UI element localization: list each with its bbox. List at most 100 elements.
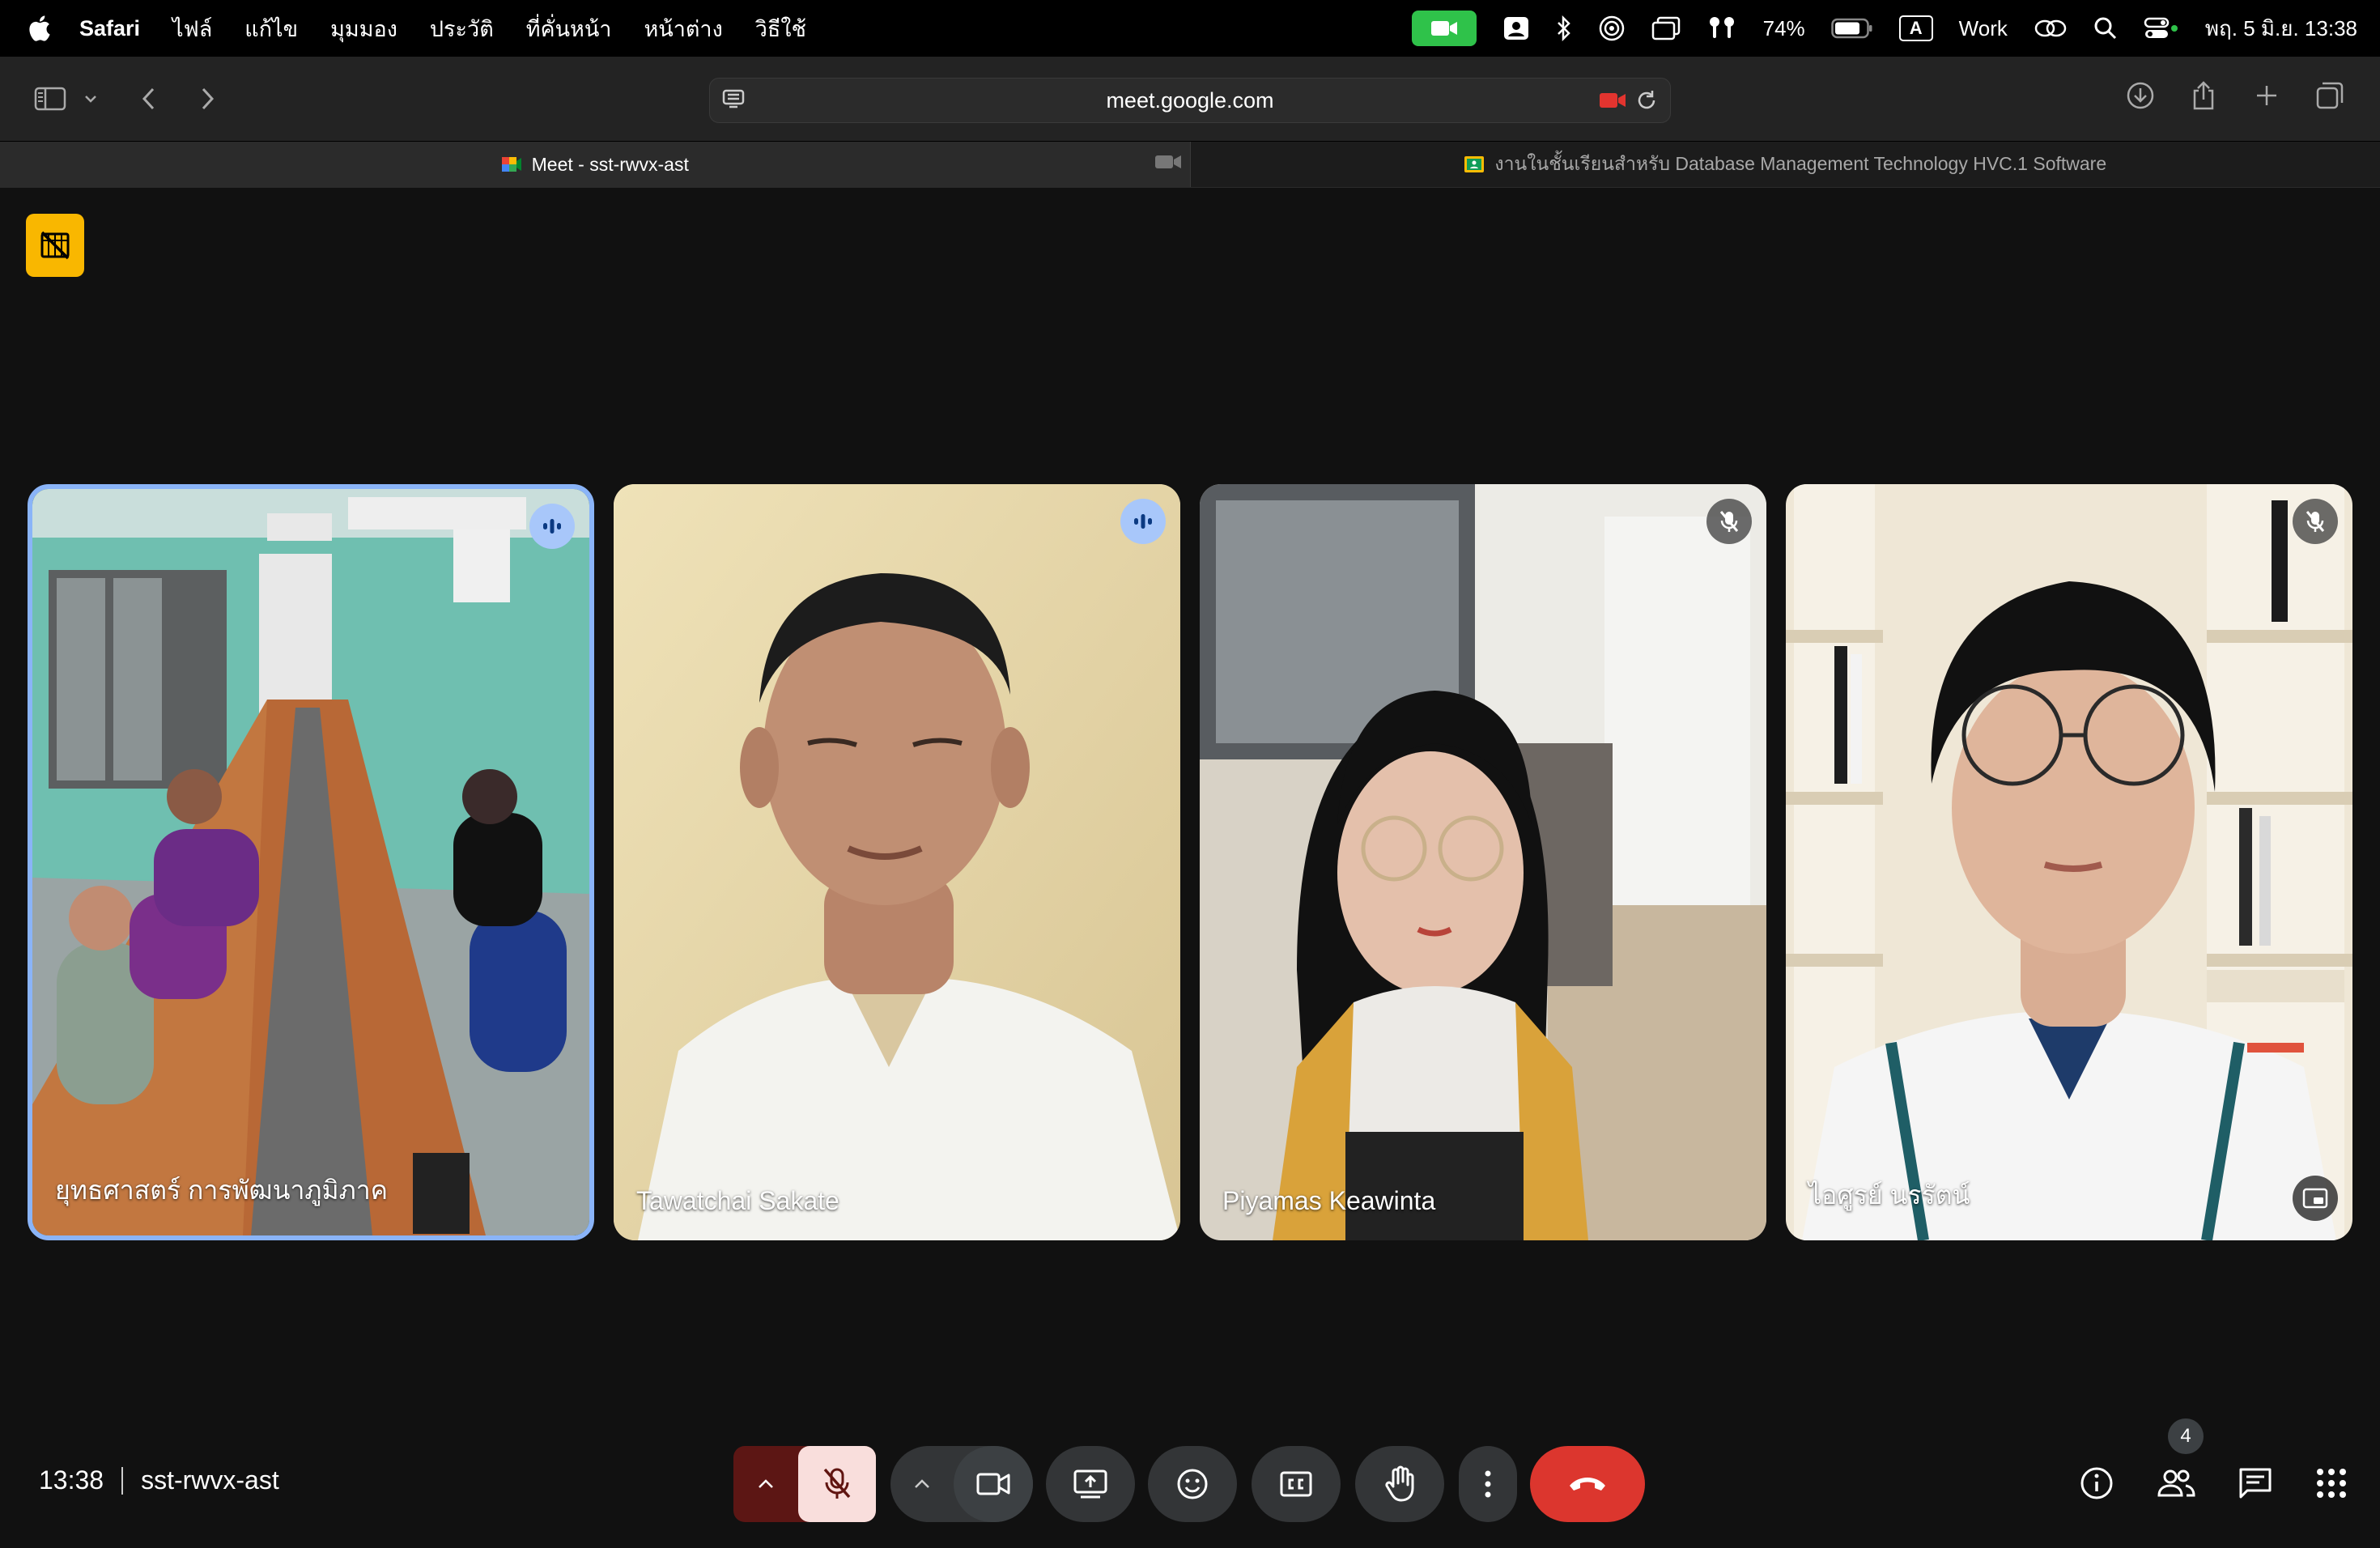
participant-video-tawatchai — [614, 484, 1180, 1240]
meeting-code: sst-rwvx-ast — [141, 1465, 279, 1495]
camera-toggle-button[interactable] — [954, 1446, 1033, 1522]
video-camera-icon — [976, 1473, 1010, 1495]
more-vert-icon — [1485, 1470, 1491, 1498]
new-tab-icon[interactable] — [2249, 78, 2284, 113]
menu-history[interactable]: ประวัติ — [430, 11, 494, 46]
participant-video-aisoon — [1786, 484, 2352, 1240]
video-options-button[interactable] — [890, 1446, 954, 1522]
camera-recording-icon[interactable] — [1599, 90, 1626, 115]
menu-edit[interactable]: แก้ไข — [244, 11, 298, 46]
participant-video-room — [32, 489, 589, 1235]
tab-overview-icon[interactable] — [2312, 78, 2348, 113]
camera-control — [890, 1446, 1033, 1522]
leave-call-button[interactable] — [1530, 1446, 1645, 1522]
menu-app-name[interactable]: Safari — [79, 16, 140, 41]
control-center-icon[interactable] — [2144, 11, 2179, 46]
raise-hand-icon — [1385, 1465, 1414, 1502]
participant-tile[interactable]: ยุทธศาสตร์ การพัฒนาภูมิภาค — [28, 484, 594, 1240]
tab-bar: Meet - sst-rwvx-ast งานในชั้นเรียนสำหรับ… — [0, 141, 2380, 188]
divider — [121, 1466, 124, 1495]
picture-in-picture-icon[interactable] — [2293, 1176, 2338, 1221]
airdrop-icon[interactable] — [1598, 11, 1626, 46]
menubar-clock[interactable]: พฤ. 5 มิ.ย. 13:38 — [2205, 12, 2357, 45]
mic-off-icon — [823, 1468, 851, 1499]
mic-toggle-button[interactable] — [798, 1446, 876, 1522]
participant-name: Piyamas Keawinta — [1222, 1186, 1436, 1215]
bluetooth-icon[interactable] — [1556, 11, 1572, 46]
screen-mirroring-icon[interactable] — [2034, 11, 2068, 46]
photo-booth-icon[interactable] — [1502, 11, 1530, 46]
google-classroom-favicon — [1464, 154, 1485, 175]
tab-meet-label: Meet - sst-rwvx-ast — [531, 153, 689, 175]
spotlight-search-icon[interactable] — [2093, 11, 2118, 46]
sidebar-toggle-icon[interactable] — [32, 81, 68, 117]
participant-video-piyamas — [1200, 484, 1766, 1240]
mic-off-indicator-icon — [2293, 499, 2338, 544]
present-screen-button[interactable] — [1046, 1446, 1135, 1522]
chat-icon — [2239, 1468, 2272, 1499]
participant-name: ยุทธศาสตร์ การพัฒนาภูมิภาค — [55, 1176, 389, 1205]
address-bar[interactable]: meet.google.com — [709, 78, 1671, 123]
video-in-use-icon[interactable] — [1411, 11, 1477, 46]
back-icon[interactable] — [131, 81, 167, 117]
raise-hand-button[interactable] — [1355, 1446, 1444, 1522]
reload-icon[interactable] — [1634, 88, 1659, 117]
menu-view[interactable]: มุมมอง — [330, 11, 397, 46]
activities-button[interactable] — [2315, 1467, 2348, 1503]
url-text[interactable]: meet.google.com — [710, 88, 1670, 113]
menu-file[interactable]: ไฟล์ — [172, 11, 212, 46]
tab-meet[interactable]: Meet - sst-rwvx-ast — [0, 142, 1190, 187]
chevron-down-icon[interactable] — [73, 81, 108, 117]
focus-mode-label[interactable]: Work — [1959, 16, 2008, 41]
closed-captions-icon — [1280, 1471, 1312, 1497]
battery-icon[interactable] — [1830, 11, 1873, 46]
share-icon[interactable] — [2186, 78, 2221, 113]
meeting-side-actions: 4 — [2079, 1418, 2348, 1505]
menu-window[interactable]: หน้าต่าง — [644, 11, 722, 46]
forward-icon[interactable] — [189, 81, 225, 117]
emoji-icon — [1177, 1469, 1208, 1499]
apple-icon[interactable] — [23, 15, 55, 42]
tab-classroom[interactable]: งานในชั้นเรียนสำหรับ Database Management… — [1189, 142, 2380, 187]
meeting-time: 13:38 — [39, 1465, 104, 1495]
participant-tile[interactable]: ไอศูรย์ นรรัตน์ — [1786, 484, 2352, 1240]
menu-bookmarks[interactable]: ที่คั่นหน้า — [526, 11, 612, 46]
audio-options-button[interactable] — [733, 1446, 798, 1522]
battery-percent: 74% — [1762, 15, 1805, 40]
participant-name: ไอศูรย์ นรรัตน์ — [1808, 1180, 1970, 1210]
captions-button[interactable] — [1252, 1446, 1341, 1522]
input-source-label: A — [1898, 15, 1933, 41]
stage-manager-icon[interactable] — [1651, 11, 1681, 46]
microphone-control — [733, 1446, 876, 1522]
tab-classroom-label: งานในชั้นเรียนสำหรับ Database Management… — [1494, 153, 2107, 174]
apps-grid-icon — [2317, 1469, 2346, 1498]
downloads-icon[interactable] — [2123, 78, 2158, 113]
meet-controls-bar: 13:38 sst-rwvx-ast 4 — [0, 1418, 2380, 1530]
meeting-details-button[interactable] — [2079, 1465, 2114, 1505]
meet-stage: ยุทธศาสตร์ การพัฒนาภูมิภาค Tawatchai Sak… — [0, 188, 2380, 1548]
people-count-badge: 4 — [2168, 1418, 2204, 1454]
people-button[interactable]: 4 — [2157, 1418, 2204, 1503]
tab-camera-icon — [1154, 153, 1182, 176]
airpods-icon[interactable] — [1706, 11, 1737, 46]
info-icon — [2080, 1467, 2113, 1499]
mic-off-indicator-icon — [1706, 499, 1752, 544]
speaking-indicator-icon — [529, 504, 575, 549]
macos-menubar: Safari ไฟล์ แก้ไข มุมมอง ประวัติ ที่คั่น… — [0, 0, 2380, 57]
hang-up-icon — [1570, 1478, 1605, 1491]
more-options-button[interactable] — [1459, 1446, 1517, 1522]
input-source-icon[interactable]: A — [1898, 11, 1933, 46]
toolbar-right-actions — [2123, 78, 2348, 113]
menu-help[interactable]: วิธีใช้ — [755, 11, 806, 46]
participant-name: Tawatchai Sakate — [636, 1186, 839, 1215]
meeting-info: 13:38 sst-rwvx-ast — [39, 1465, 279, 1495]
google-meet-favicon — [501, 154, 522, 175]
participant-tile[interactable]: Piyamas Keawinta — [1200, 484, 1766, 1240]
participant-tile[interactable]: Tawatchai Sakate — [614, 484, 1180, 1240]
reactions-button[interactable] — [1148, 1446, 1237, 1522]
chat-button[interactable] — [2238, 1466, 2273, 1504]
speaking-indicator-icon — [1120, 499, 1166, 544]
people-icon — [2157, 1469, 2195, 1497]
hide-self-view-icon[interactable] — [26, 214, 84, 277]
present-screen-icon — [1073, 1469, 1107, 1499]
